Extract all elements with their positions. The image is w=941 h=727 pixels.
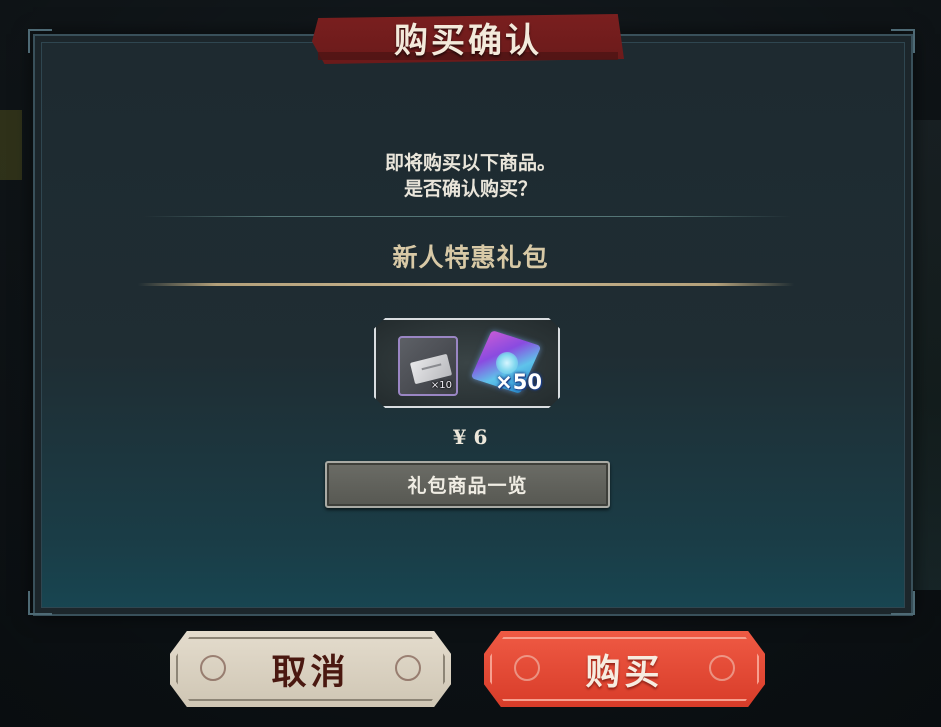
price-label: ¥ 6 bbox=[452, 425, 488, 449]
item-crystal[interactable]: ×50 bbox=[470, 330, 542, 396]
divider bbox=[143, 216, 791, 217]
ticket-icon: ×10 bbox=[398, 336, 458, 396]
buy-button[interactable]: 购买 bbox=[484, 631, 765, 707]
background-shop-panel-right bbox=[911, 120, 941, 590]
item-quantity: ×10 bbox=[430, 380, 452, 391]
background-shop-panel-left bbox=[0, 110, 22, 180]
prompt-line-2: 是否确认购买？ bbox=[403, 178, 537, 200]
package-name: 新人特惠礼包 bbox=[392, 243, 549, 272]
button-ornament-icon bbox=[514, 655, 540, 681]
cancel-button[interactable]: 取消 bbox=[170, 631, 451, 707]
button-ornament-icon bbox=[395, 655, 421, 681]
gold-divider bbox=[138, 283, 794, 286]
dialog-title: 购买确认 bbox=[394, 20, 542, 61]
frame-corner-ornament bbox=[891, 591, 915, 615]
confirm-prompt: 即将购买以下商品。 是否确认购买？ bbox=[200, 150, 741, 202]
button-ornament-icon bbox=[200, 655, 226, 681]
cancel-button-label: 取消 bbox=[271, 651, 350, 693]
item-quantity: ×50 bbox=[495, 370, 542, 394]
package-items-box: ×10 ×50 bbox=[374, 318, 560, 408]
buy-button-label: 购买 bbox=[585, 651, 664, 693]
button-ornament-icon bbox=[709, 655, 735, 681]
frame-corner-ornament bbox=[28, 29, 52, 53]
frame-corner-ornament bbox=[28, 591, 52, 615]
package-contents-button[interactable]: 礼包商品一览 bbox=[325, 461, 610, 508]
frame-corner-ornament bbox=[891, 29, 915, 53]
prompt-line-1: 即将购买以下商品。 bbox=[384, 152, 556, 174]
item-ticket[interactable]: ×10 bbox=[394, 332, 458, 396]
